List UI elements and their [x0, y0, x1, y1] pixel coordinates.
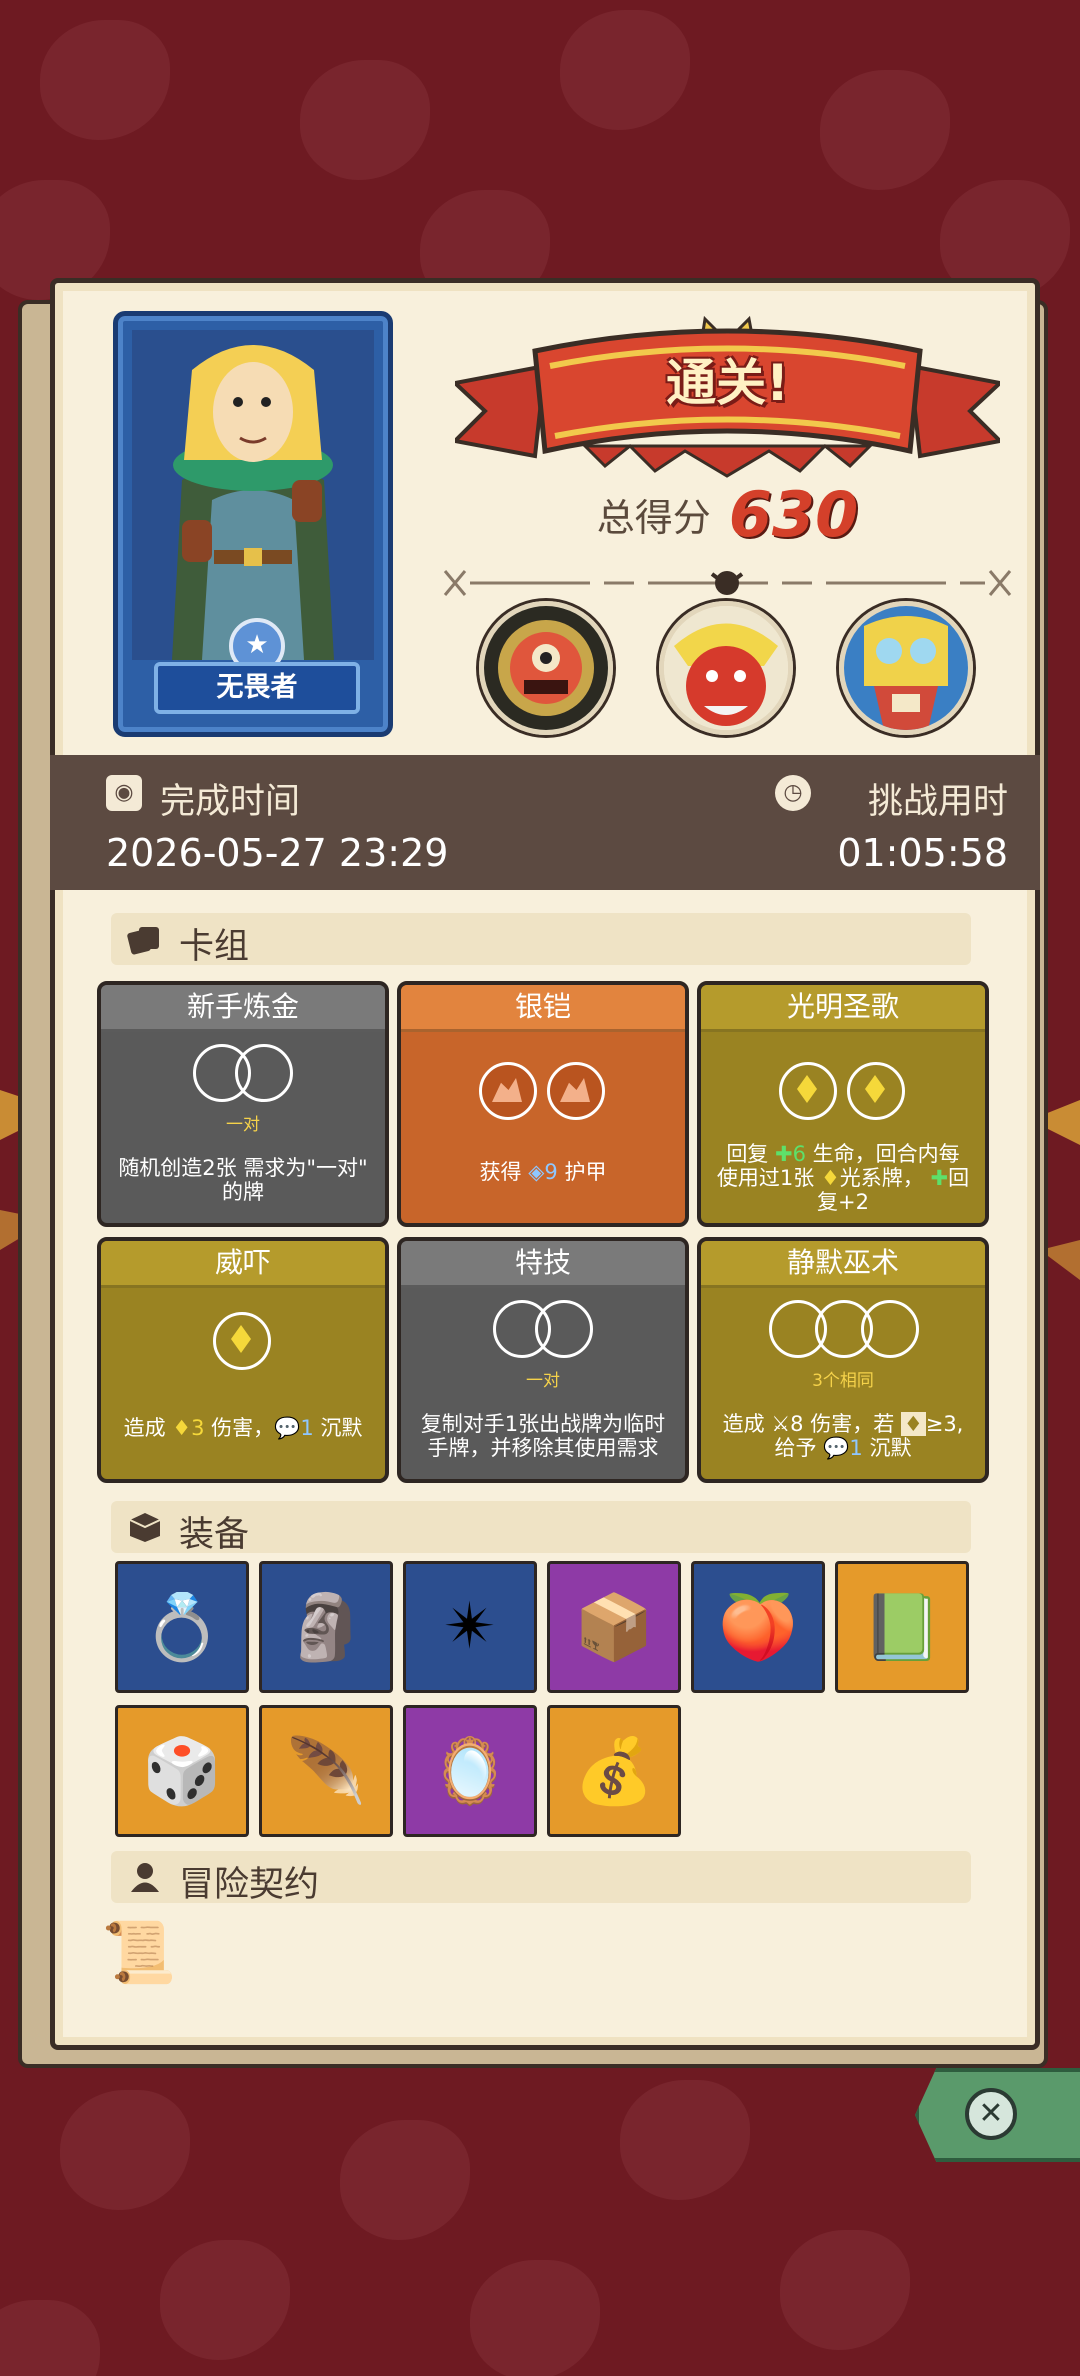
skill-card-alchemy[interactable]: 新手炼金 一对 随机创造2张 需求为"一对" 的牌	[97, 981, 389, 1227]
feather-icon[interactable]: 🪶	[259, 1705, 393, 1837]
equipment-title: 装备	[179, 1515, 250, 1555]
boss-red-demon-icon	[664, 606, 788, 730]
result-panel: ★ 无畏者 通关! 总得分 630 ◉ 完成时间 2026-05-27 23:2…	[50, 278, 1040, 2050]
card-requirement: 一对	[526, 1371, 560, 1391]
card-icon: ♦	[900, 1412, 926, 1436]
card-description: 随机创造2张 需求为"一对" 的牌	[118, 1156, 368, 1204]
silence-icon: 💬	[823, 1436, 850, 1460]
coin-bag-icon[interactable]: 💰	[547, 1705, 681, 1837]
duration-value: 01:05:58	[837, 831, 1008, 875]
time-bar: ◉ 完成时间 2026-05-27 23:29 ◷ 挑战用时 01:05:58	[50, 755, 1040, 890]
person-icon	[131, 1863, 159, 1892]
card-title: 新手炼金	[101, 985, 385, 1032]
deck-section-header: 卡组	[111, 913, 971, 967]
skill-card-intimidate[interactable]: 威吓 造成 ♦3 伤害，💬1 沉默	[97, 1237, 389, 1483]
hero-portrait	[132, 330, 374, 660]
card-description: 复制对手1张出战牌为临时 手牌，并移除其使用需求	[420, 1412, 666, 1460]
close-icon[interactable]: ✕	[965, 2088, 1017, 2140]
mirror-icon[interactable]: 🪞	[403, 1705, 537, 1837]
dice-icon[interactable]: 🎲	[115, 1705, 249, 1837]
card-requirement: 3个相同	[812, 1371, 874, 1391]
deck-title: 卡组	[179, 927, 250, 967]
card-title: 特技	[401, 1241, 685, 1288]
card-title: 威吓	[101, 1241, 385, 1288]
light-slot-icon	[213, 1312, 271, 1370]
empty-slot-icon	[535, 1300, 593, 1358]
boss-cyclops-icon	[484, 606, 608, 730]
contract-title: 冒险契约	[179, 1865, 320, 1905]
light-slot-icon	[779, 1062, 837, 1120]
fruit-pot-icon[interactable]: 🍑	[691, 1561, 825, 1693]
totem-icon[interactable]: 🗿	[259, 1561, 393, 1693]
light-icon: ♦	[172, 1416, 192, 1440]
card-description: 造成 ♦3 伤害，💬1 沉默	[123, 1416, 363, 1440]
boss-portrait-red-demon[interactable]	[659, 601, 793, 735]
contract-section-header: 冒险契约	[111, 1851, 971, 1905]
hero-name: 无畏者	[154, 662, 360, 714]
gold-block-icon[interactable]: 📦	[547, 1561, 681, 1693]
score-label: 总得分	[596, 496, 711, 540]
total-score: 总得分 630	[455, 478, 1000, 551]
card-description: 回复 ✚6 生命，回合内每 使用过1张 ♦光系牌， ✚回 复+2	[716, 1142, 970, 1214]
card-requirement: 一对	[226, 1115, 260, 1135]
hero-card[interactable]: ★ 无畏者	[113, 311, 393, 737]
skill-card-holy-hymn[interactable]: 光明圣歌 回复 ✚6 生命，回合内每 使用过1张 ♦光系牌， ✚回 复+2	[697, 981, 989, 1227]
moss-board-icon[interactable]: 📗	[835, 1561, 969, 1693]
duration-label: 挑战用时	[867, 782, 1008, 822]
skill-card-silent-hex[interactable]: 静默巫术 3个相同 造成 ⚔8 伤害，若 ♦ ≥3, 给予 💬1 沉默	[697, 1237, 989, 1483]
ring-icon[interactable]: 💍	[115, 1561, 249, 1693]
heal-icon: ✚	[930, 1166, 949, 1190]
stopwatch-icon: ◷	[775, 775, 811, 811]
card-description: 获得 ◈9 护甲	[479, 1160, 607, 1184]
light-icon: ♦	[820, 1166, 840, 1190]
sword-icon: ⚔	[771, 1412, 791, 1436]
cards-icon	[127, 927, 159, 955]
scroll-icon[interactable]: 📜	[99, 1913, 179, 1993]
skill-card-silver-armor[interactable]: 银铠 获得 ◈9 护甲	[397, 981, 689, 1227]
heal-icon: ✚	[775, 1142, 793, 1166]
card-title: 光明圣歌	[701, 985, 985, 1032]
box-icon	[129, 1513, 161, 1542]
victory-title: 通关!	[666, 354, 789, 412]
boss-skull-mask-icon	[844, 606, 968, 730]
boss-portrait-cyclops[interactable]	[479, 601, 613, 735]
boss-portrait-skull-mask[interactable]	[839, 601, 973, 735]
card-description: 造成 ⚔8 伤害，若 ♦ ≥3, 给予 💬1 沉默	[722, 1412, 964, 1460]
card-title: 银铠	[401, 985, 685, 1032]
light-slot-icon	[847, 1062, 905, 1120]
compass-star-icon[interactable]: ✴	[403, 1561, 537, 1693]
calendar-icon: ◉	[106, 775, 142, 811]
empty-slot-icon	[235, 1044, 293, 1102]
empty-slot-icon	[861, 1300, 919, 1358]
rock-slot-icon	[547, 1062, 605, 1120]
rock-slot-icon	[479, 1062, 537, 1120]
boss-divider	[443, 570, 1012, 596]
card-title: 静默巫术	[701, 1241, 985, 1288]
silence-icon: 💬	[274, 1416, 301, 1440]
complete-time-value: 2026-05-27 23:29	[106, 831, 449, 875]
equipment-section-header: 装备	[111, 1501, 971, 1555]
complete-time-label: 完成时间	[160, 782, 301, 822]
score-value: 630	[728, 478, 859, 551]
shield-icon: ◈	[528, 1160, 545, 1184]
skill-card-stunt[interactable]: 特技 一对 复制对手1张出战牌为临时 手牌，并移除其使用需求	[397, 1237, 689, 1483]
